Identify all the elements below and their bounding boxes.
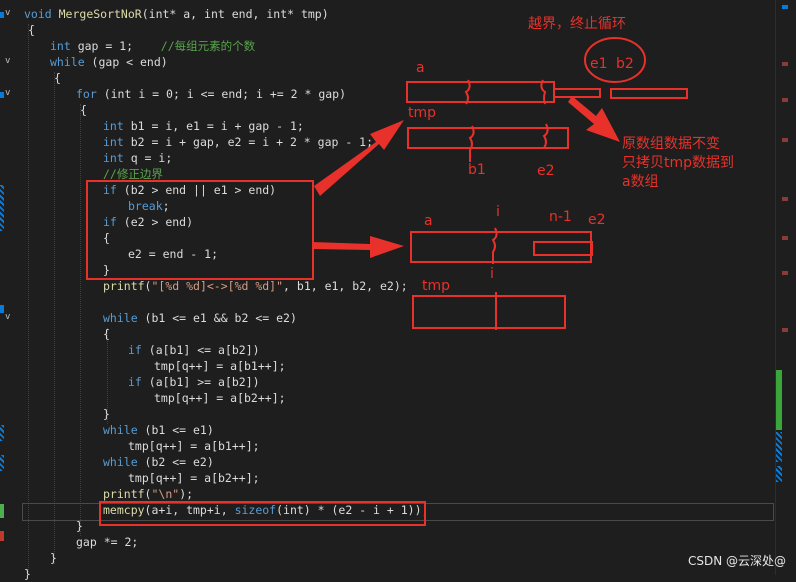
- scroll-marker: [776, 466, 782, 482]
- array-a-overflow-box: [553, 88, 601, 98]
- scroll-marker: [782, 328, 788, 332]
- tmp-bottom-box: [412, 295, 566, 329]
- scroll-marker: [776, 432, 782, 462]
- annotation-a-top: a: [416, 60, 425, 76]
- array-a-top-box: [406, 81, 555, 103]
- scroll-marker: [782, 197, 788, 201]
- arrow-shape: [314, 120, 404, 196]
- tmp-top-box: [407, 127, 569, 149]
- divider-mark: [540, 79, 547, 105]
- scroll-marker: [782, 5, 788, 9]
- arrow-shape: [568, 96, 620, 142]
- annotation-note-3: a数组: [622, 174, 659, 190]
- annotation-note-2: 只拷贝tmp数据到: [622, 155, 735, 171]
- annotation-tmp-top: tmp: [408, 105, 437, 121]
- array-a-e2-box: [533, 241, 593, 256]
- annotation-e1: e1: [590, 56, 608, 72]
- scroll-marker: [782, 138, 788, 142]
- scroll-marker: [782, 271, 788, 275]
- annotation-i-top: i: [496, 204, 500, 220]
- divider-mark: [491, 227, 498, 264]
- annotation-e2-bottom: e2: [588, 212, 606, 228]
- arrow-shape: [312, 236, 404, 258]
- watermark: CSDN @云深处@: [687, 554, 786, 568]
- divider-mark: [464, 79, 471, 105]
- divider-mark: [468, 125, 475, 162]
- overview-scrollbar[interactable]: [775, 0, 796, 575]
- annotation-b2: b2: [616, 56, 634, 72]
- annotation-tmp-bottom: tmp: [422, 278, 451, 294]
- scroll-marker: [782, 62, 788, 66]
- annotation-diagram: [312, 37, 688, 330]
- annotation-e2-top: e2: [537, 163, 555, 179]
- annotation-n-minus-1: n-1: [549, 209, 572, 225]
- scroll-marker: [782, 98, 788, 102]
- array-a-bottom-box: [410, 231, 592, 263]
- scroll-marker: [782, 236, 788, 240]
- array-a-overflow-box-2: [610, 88, 688, 99]
- annotation-out-of-bounds: 越界，终止循环: [528, 16, 626, 32]
- scroll-marker: [776, 370, 782, 430]
- annotation-a-bottom: a: [424, 213, 433, 229]
- annotation-note-1: 原数组数据不变: [622, 136, 720, 152]
- annotation-i-bottom: i: [490, 266, 494, 282]
- annotation-b1: b1: [468, 162, 486, 178]
